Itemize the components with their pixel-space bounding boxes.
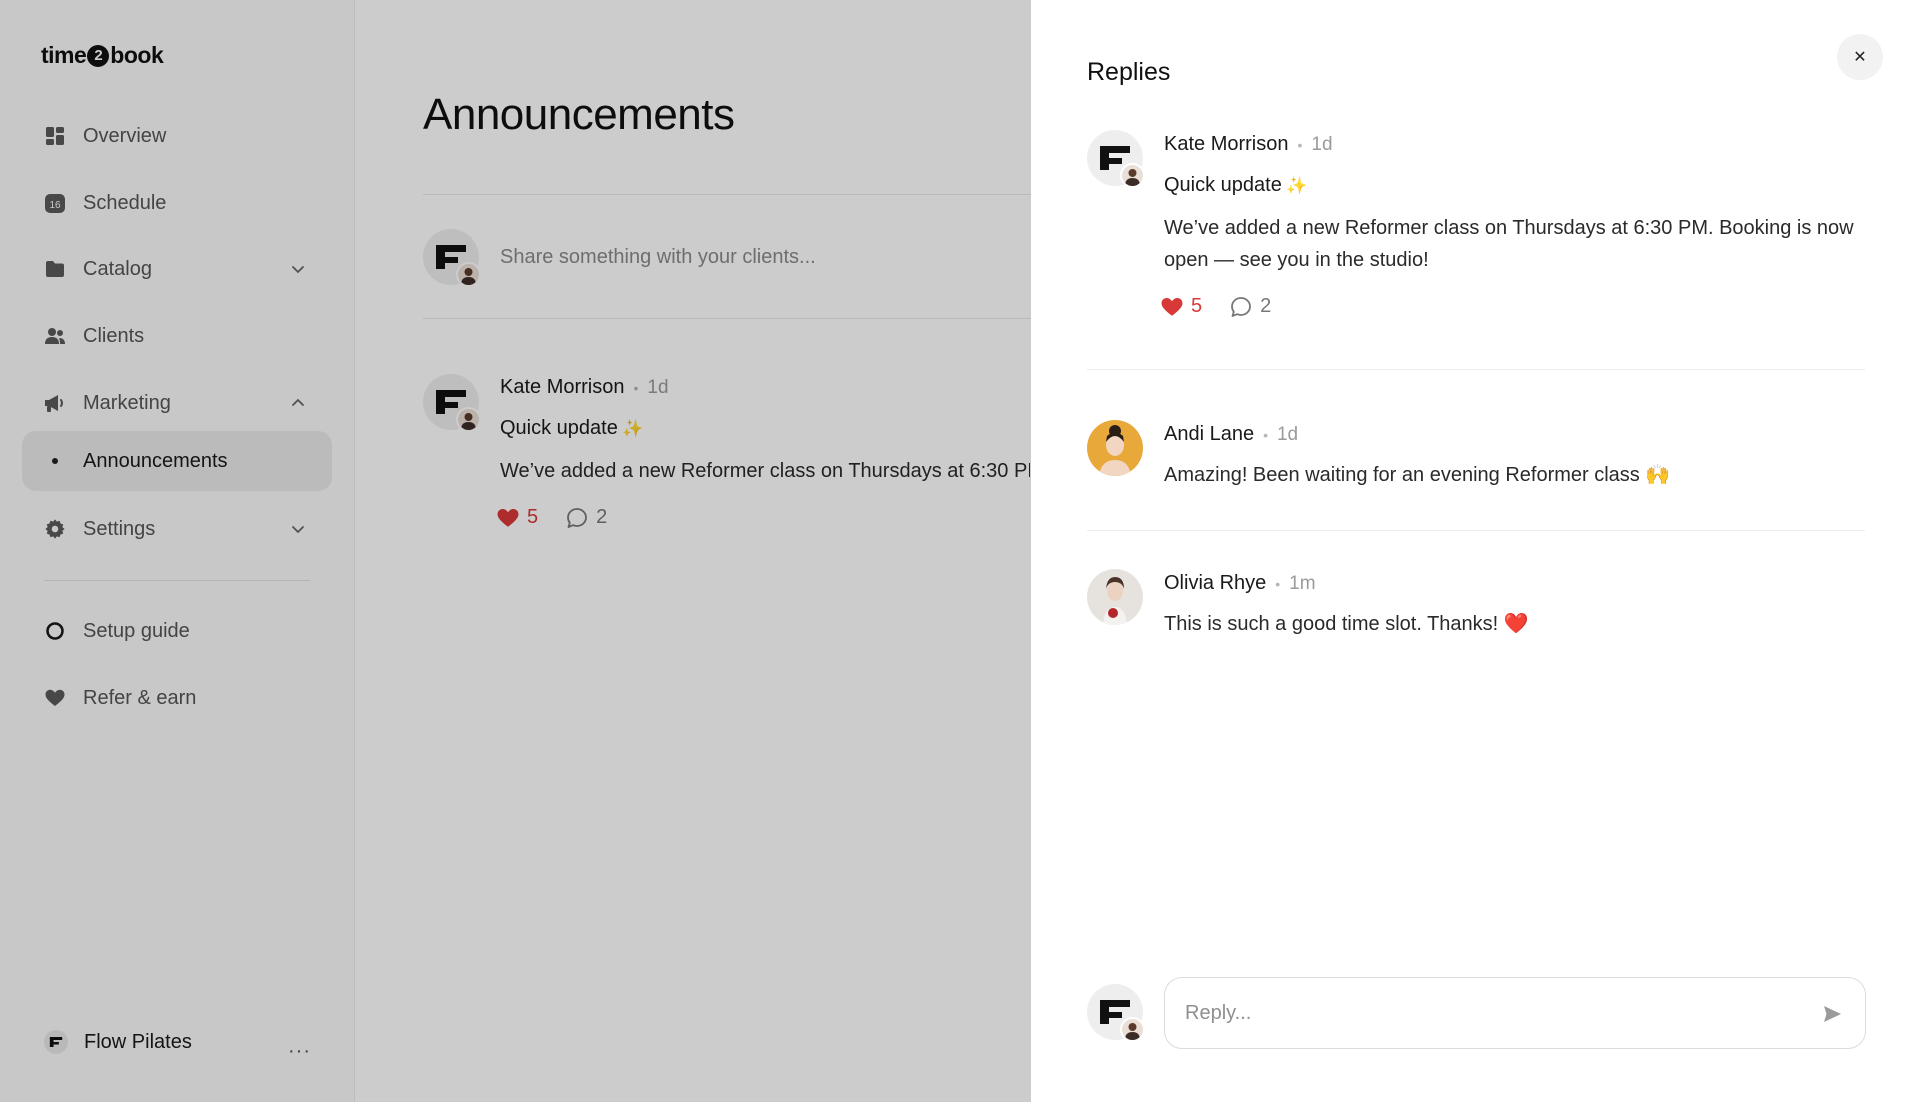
divider xyxy=(1087,530,1865,531)
divider xyxy=(1087,369,1865,370)
reply-header: Andi Lane • 1d xyxy=(1164,423,1298,446)
post-author-name[interactable]: Kate Morrison xyxy=(1164,133,1289,156)
post-author-avatar xyxy=(1087,130,1145,188)
reply-header: Olivia Rhye • 1m xyxy=(1164,572,1316,595)
reply-author-avatar xyxy=(1087,420,1143,476)
user-mini-avatar xyxy=(1120,1017,1145,1042)
reply-text: This is such a good time slot. Thanks! ❤… xyxy=(1164,613,1529,635)
reply-author-name[interactable]: Andi Lane xyxy=(1164,423,1254,446)
like-count: 5 xyxy=(1191,295,1203,317)
close-icon: ✕ xyxy=(1853,49,1867,66)
meta-separator: • xyxy=(1297,136,1303,153)
reply-composer[interactable] xyxy=(1164,977,1866,1049)
reply-time: 1d xyxy=(1276,423,1299,445)
post-header: Kate Morrison • 1d xyxy=(1164,133,1333,156)
comment-icon xyxy=(1231,296,1252,317)
heart-icon xyxy=(1161,297,1183,316)
meta-separator: • xyxy=(1263,426,1268,443)
post-title-text: Quick update xyxy=(1164,174,1282,196)
replies-drawer: Replies ✕ Kate Morrison • 1d Quick updat… xyxy=(1031,0,1920,1102)
reply-author-avatar xyxy=(1087,569,1143,625)
comment-count: 2 xyxy=(1260,295,1272,317)
reply-text: Amazing! Been waiting for an evening Ref… xyxy=(1164,464,1671,486)
post-body: We’ve added a new Reformer class on Thur… xyxy=(1164,217,1854,271)
post-reactions: 5 2 xyxy=(1161,295,1271,318)
sparkles-emoji: ✨ xyxy=(1286,176,1308,195)
current-user-avatar xyxy=(1087,984,1145,1042)
reply-input[interactable] xyxy=(1185,1001,1785,1025)
modal-backdrop[interactable] xyxy=(0,0,1031,1102)
post-time: 1d xyxy=(1311,133,1333,155)
drawer-title: Replies xyxy=(1087,58,1171,86)
reply-time: 1m xyxy=(1289,572,1316,594)
close-button[interactable]: ✕ xyxy=(1837,34,1883,80)
meta-separator: • xyxy=(1275,575,1281,592)
reply-author-name[interactable]: Olivia Rhye xyxy=(1164,572,1266,595)
post-title: Quick update ✨ xyxy=(1164,174,1307,197)
comment-button[interactable]: 2 xyxy=(1230,295,1271,318)
user-mini-avatar xyxy=(1120,163,1145,188)
send-icon[interactable] xyxy=(1821,1003,1843,1025)
like-button[interactable]: 5 xyxy=(1161,295,1202,318)
